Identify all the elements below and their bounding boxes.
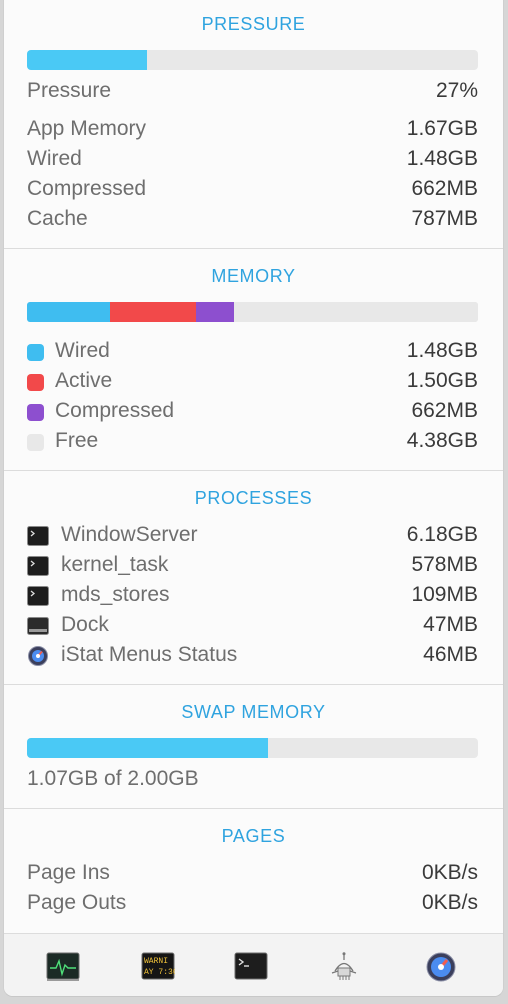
swap-heading: SWAP MEMORY (181, 702, 326, 722)
system-information-icon[interactable] (327, 952, 361, 982)
memory-segment-active (110, 302, 197, 322)
legend-value: 662MB (411, 399, 478, 422)
pressure-bar-fill (27, 50, 147, 70)
stat-value: 1.67GB (406, 117, 478, 140)
terminal-icon (27, 556, 49, 576)
legend-value: 1.50GB (406, 369, 478, 392)
console-icon[interactable]: WARNI AY 7:36 (141, 952, 175, 982)
page-value: 0KB/s (421, 861, 478, 884)
memory-segment-free (234, 302, 478, 322)
free-swatch (27, 434, 44, 451)
terminal-icon (27, 586, 49, 606)
section-divider (4, 684, 503, 685)
stat-label: App Memory (27, 117, 147, 140)
compressed-swatch (27, 404, 44, 421)
stat-label: Cache (27, 207, 88, 230)
process-value: 578MB (411, 553, 478, 576)
swap-usage-text: 1.07GB of 2.00GB (27, 767, 199, 790)
section-divider (4, 248, 503, 249)
terminal-icon (27, 526, 49, 546)
stat-value: 662MB (411, 177, 478, 200)
process-name: mds_stores (61, 583, 170, 606)
activity-monitor-icon[interactable] (46, 952, 80, 982)
process-name: WindowServer (61, 523, 198, 546)
process-value: 6.18GB (406, 523, 478, 546)
page-value: 0KB/s (421, 891, 478, 914)
process-row[interactable]: kernel_task 578MB (27, 553, 478, 581)
process-value: 47MB (423, 613, 478, 636)
memory-usage-bar (27, 302, 478, 322)
legend-label: Compressed (55, 399, 175, 422)
process-name: Dock (61, 613, 109, 636)
pressure-value: 27% (435, 79, 478, 102)
console-icon-text: AY 7:36 (144, 968, 175, 977)
process-row[interactable]: iStat Menus Status 46MB (27, 643, 478, 671)
console-icon-text: WARNI (144, 957, 168, 966)
page-label: Page Ins (27, 861, 110, 884)
legend-value: 4.38GB (406, 429, 478, 452)
memory-dropdown-panel: PRESSURE Pressure 27% App Memory 1.67GB … (3, 0, 504, 997)
legend-active-row: Active 1.50GB (27, 369, 478, 397)
active-swatch (27, 374, 44, 391)
pressure-bar (27, 50, 478, 70)
page-label: Page Outs (27, 891, 127, 914)
legend-compressed-row: Compressed 662MB (27, 399, 478, 427)
app-memory-row: App Memory 1.67GB (27, 117, 478, 145)
pages-heading: PAGES (221, 826, 286, 846)
page-outs-row: Page Outs 0KB/s (27, 891, 478, 919)
legend-label: Wired (55, 339, 110, 362)
legend-free-row: Free 4.38GB (27, 429, 478, 457)
wired-swatch (27, 344, 44, 361)
stat-label: Compressed (27, 177, 147, 200)
swap-bar-fill (27, 738, 269, 758)
process-row[interactable]: Dock 47MB (27, 613, 478, 641)
legend-wired-row: Wired 1.48GB (27, 339, 478, 367)
stat-value: 1.48GB (406, 147, 478, 170)
footer-toolbar: WARNI AY 7:36 (4, 934, 503, 996)
pressure-heading: PRESSURE (201, 14, 306, 34)
stat-label: Wired (27, 147, 82, 170)
terminal-icon[interactable] (234, 952, 268, 982)
memory-segment-compressed (196, 302, 235, 322)
dock-icon (27, 617, 49, 635)
process-value: 109MB (411, 583, 478, 606)
istat-icon (28, 646, 48, 666)
process-name: iStat Menus Status (61, 643, 238, 666)
cache-stat-row: Cache 787MB (27, 207, 478, 235)
memory-heading: MEMORY (211, 266, 296, 286)
legend-label: Active (55, 369, 113, 392)
legend-value: 1.48GB (406, 339, 478, 362)
legend-label: Free (55, 429, 99, 452)
wired-stat-row: Wired 1.48GB (27, 147, 478, 175)
memory-segment-wired (27, 302, 111, 322)
pressure-label: Pressure (27, 79, 112, 102)
swap-bar (27, 738, 478, 758)
process-value: 46MB (423, 643, 478, 666)
process-row[interactable]: WindowServer 6.18GB (27, 523, 478, 551)
istat-menus-icon[interactable] (424, 952, 458, 982)
process-name: kernel_task (61, 553, 169, 576)
section-divider (4, 808, 503, 809)
pressure-row: Pressure 27% (27, 79, 478, 107)
page-ins-row: Page Ins 0KB/s (27, 861, 478, 889)
stat-value: 787MB (411, 207, 478, 230)
process-row[interactable]: mds_stores 109MB (27, 583, 478, 611)
processes-heading: PROCESSES (194, 488, 313, 508)
section-divider (4, 470, 503, 471)
compressed-stat-row: Compressed 662MB (27, 177, 478, 205)
